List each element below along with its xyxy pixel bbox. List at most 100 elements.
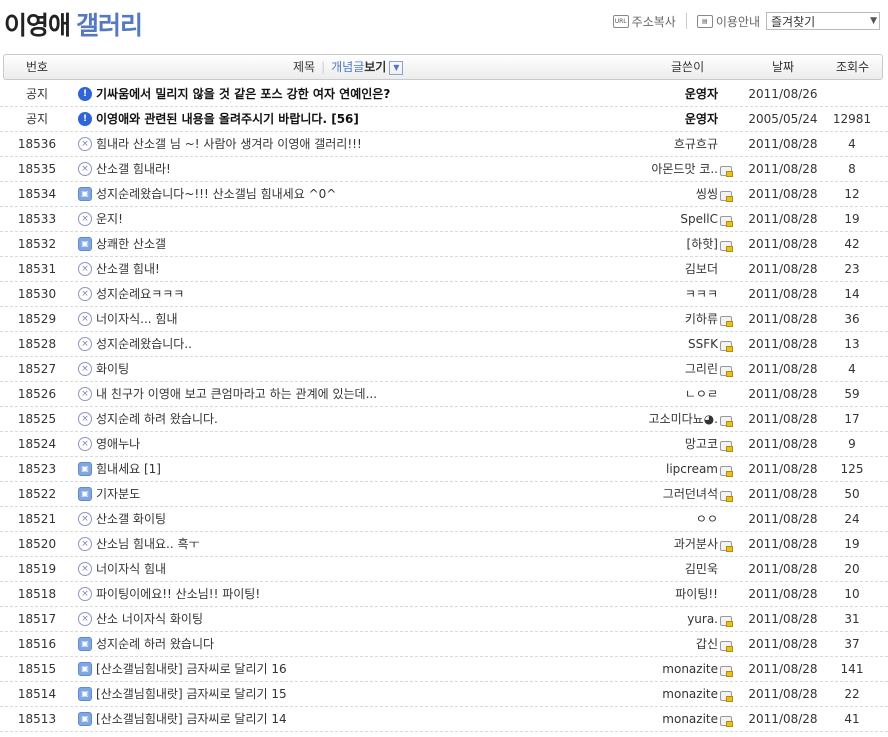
post-writer[interactable]: lipcream bbox=[590, 457, 718, 481]
post-writer[interactable]: 김보더 bbox=[590, 257, 718, 281]
post-writer[interactable]: 그러던녀석 bbox=[590, 482, 718, 506]
column-no: 번호 bbox=[26, 60, 49, 74]
post-title-link[interactable]: 산소님 힘내요.. 흑ㅜ bbox=[96, 532, 200, 556]
post-writer[interactable]: monazite bbox=[590, 657, 718, 681]
notice-row[interactable]: 공지! 이영애와 관련된 내용을 올려주시기 바랍니다. [56] 운영자 2005/… bbox=[0, 107, 888, 132]
post-row[interactable]: 18527 × 화이팅 그리린 2011/08/28 4 bbox=[0, 357, 888, 382]
post-writer[interactable]: 운영자 bbox=[590, 82, 718, 106]
post-number: 18525 bbox=[17, 412, 57, 426]
post-row[interactable]: 18531 × 산소갤 힘내! 김보더 2011/08/28 23 bbox=[0, 257, 888, 282]
post-row[interactable]: 18517 × 산소 너이자식 화이팅 yura. 2011/08/28 31 bbox=[0, 607, 888, 632]
post-row[interactable]: 18530 × 성지순례요ㅋㅋㅋ ㅋㅋㅋ 2011/08/28 14 bbox=[0, 282, 888, 307]
post-row[interactable]: 18516 ▣ 성지순례 하러 왔습니다 갑신 2011/08/28 37 bbox=[0, 632, 888, 657]
post-writer[interactable]: ㅋㅋㅋ bbox=[590, 282, 718, 306]
copy-address-link[interactable]: URL 주소복사 bbox=[612, 13, 676, 30]
post-writer[interactable]: [하핫] bbox=[590, 232, 718, 256]
post-title-link[interactable]: 성지순례 하려 왔습니다. bbox=[96, 407, 218, 431]
post-writer[interactable]: 갑신 bbox=[590, 632, 718, 656]
post-row[interactable]: 18533 × 운지! SpellC 2011/08/28 19 bbox=[0, 207, 888, 232]
post-row[interactable]: 18513 ▣ [산소갤님힘내랏] 금자씨로 달리기 14 monazite 2011/… bbox=[0, 707, 888, 732]
post-row[interactable]: 18521 × 산소갤 화이팅 ㅇㅇ 2011/08/28 24 bbox=[0, 507, 888, 532]
post-row[interactable]: 18523 ▣ 힘내세요 [1] lipcream 2011/08/28 125 bbox=[0, 457, 888, 482]
post-title-link[interactable]: 화이팅 bbox=[96, 357, 129, 381]
post-title-link[interactable]: 성지순례 하러 왔습니다 bbox=[96, 632, 214, 656]
post-title-link[interactable]: 힘내세요 [1] bbox=[96, 457, 161, 481]
post-title-link[interactable]: [산소갤님힘내랏] 금자씨로 달리기 14 bbox=[96, 707, 287, 731]
post-writer[interactable]: SSFK bbox=[590, 332, 718, 356]
post-title-link[interactable]: 파이팅이에요!! 산소님!! 파이팅! bbox=[96, 582, 260, 606]
post-views: 42 bbox=[844, 237, 860, 251]
post-writer[interactable]: SpellC bbox=[590, 207, 718, 231]
post-row[interactable]: 18534 ▣ 성지순례왔습니다~!!! 산소갤님 힘내세요 ^0^ 씽씽 2011/0… bbox=[0, 182, 888, 207]
gallery-title-name: 이영애 bbox=[4, 11, 71, 40]
post-title-link[interactable]: 힘내라 산소갤 님 ~! 사람아 생겨라 이영애 갤러리!!! bbox=[96, 132, 362, 156]
post-writer[interactable]: 아몬드맛 코.. bbox=[590, 157, 718, 181]
post-writer[interactable]: ㅇㅇ bbox=[590, 507, 718, 531]
gallery-title[interactable]: 이영애 갤러리 bbox=[4, 6, 143, 42]
post-row[interactable]: 18514 ▣ [산소갤님힘내랏] 금자씨로 달리기 15 monazite 2011/… bbox=[0, 682, 888, 707]
post-writer[interactable]: monazite bbox=[590, 707, 718, 731]
post-date: 2011/08/28 bbox=[748, 137, 818, 151]
post-row[interactable]: 18528 × 성지순례왔습니다.. SSFK 2011/08/28 13 bbox=[0, 332, 888, 357]
post-title-link[interactable]: 산소갤 힘내! bbox=[96, 257, 160, 281]
post-date: 2011/08/28 bbox=[748, 287, 818, 301]
post-title-link[interactable]: 기자분도 bbox=[96, 482, 140, 506]
post-row[interactable]: 18515 ▣ [산소갤님힘내랏] 금자씨로 달리기 16 monazite 2011/… bbox=[0, 657, 888, 682]
post-row[interactable]: 18529 × 너이자식... 힘내 키하류 2011/08/28 36 bbox=[0, 307, 888, 332]
post-date: 2011/08/28 bbox=[748, 587, 818, 601]
post-row[interactable]: 18536 × 힘내라 산소갤 님 ~! 사람아 생겨라 이영애 갤러리!!! 흐규흐… bbox=[0, 132, 888, 157]
post-writer[interactable]: ㄴㅇㄹ bbox=[590, 382, 718, 406]
post-title-link[interactable]: 성지순례왔습니다~!!! 산소갤님 힘내세요 ^0^ bbox=[96, 182, 336, 206]
post-views: 125 bbox=[840, 462, 864, 476]
image-post-icon: ▣ bbox=[78, 712, 92, 726]
post-title-link[interactable]: 상쾌한 산소갤 bbox=[96, 232, 166, 256]
image-post-icon: ▣ bbox=[78, 187, 92, 201]
post-row[interactable]: 18535 × 산소갤 힘내라! 아몬드맛 코.. 2011/08/28 8 bbox=[0, 157, 888, 182]
post-title-link[interactable]: [산소갤님힘내랏] 금자씨로 달리기 15 bbox=[96, 682, 287, 706]
post-row[interactable]: 18526 × 내 친구가 이영애 보고 큰엄마라고 하는 관계에 있는데... ㄴㅇ… bbox=[0, 382, 888, 407]
post-row[interactable]: 18520 × 산소님 힘내요.. 흑ㅜ 과거분사 2011/08/28 19 bbox=[0, 532, 888, 557]
post-writer[interactable]: 파이팅!! bbox=[590, 582, 718, 606]
post-title-link[interactable]: 성지순례요ㅋㅋㅋ bbox=[96, 282, 184, 306]
concept-dropdown-button[interactable]: ▼ bbox=[389, 60, 404, 75]
post-views: 10 bbox=[844, 587, 860, 601]
post-row[interactable]: 18525 × 성지순례 하려 왔습니다. 고소미다뇨◕. 2011/08/28 17 bbox=[0, 407, 888, 432]
post-title-link[interactable]: 기싸움에서 밀리지 않을 것 같은 포스 강한 여자 연예인은? bbox=[96, 82, 390, 106]
post-row[interactable]: 18524 × 영애누나 망고코 2011/08/28 9 bbox=[0, 432, 888, 457]
post-title-link[interactable]: 내 친구가 이영애 보고 큰엄마라고 하는 관계에 있는데... bbox=[96, 382, 377, 406]
favorites-select[interactable]: 즐겨찾기 ▼ bbox=[766, 12, 880, 30]
post-views: 4 bbox=[848, 137, 856, 151]
post-row[interactable]: 18519 × 너이자식 힘내 김민욱 2011/08/28 20 bbox=[0, 557, 888, 582]
post-date: 2011/08/28 bbox=[748, 562, 818, 576]
post-writer[interactable]: 고소미다뇨◕. bbox=[590, 407, 719, 431]
post-title-link[interactable]: 너이자식... 힘내 bbox=[96, 307, 178, 331]
post-number: 18516 bbox=[17, 637, 57, 651]
post-writer[interactable]: 그리린 bbox=[590, 357, 718, 381]
post-writer[interactable]: 흐규흐규 bbox=[590, 132, 718, 156]
post-writer[interactable]: monazite bbox=[590, 682, 718, 706]
post-title-link[interactable]: 산소 너이자식 화이팅 bbox=[96, 607, 203, 631]
post-number: 18517 bbox=[17, 612, 57, 626]
post-writer[interactable]: 씽씽 bbox=[590, 182, 718, 206]
post-writer[interactable]: yura. bbox=[590, 607, 718, 631]
notice-row[interactable]: 공지! 기싸움에서 밀리지 않을 것 같은 포스 강한 여자 연예인은? 운영자 20… bbox=[0, 82, 888, 107]
member-icon bbox=[720, 216, 733, 227]
post-title-link[interactable]: 이영애와 관련된 내용을 올려주시기 바랍니다. [56] bbox=[96, 107, 359, 131]
post-title-link[interactable]: 산소갤 힘내라! bbox=[96, 157, 171, 181]
post-row[interactable]: 18532 ▣ 상쾌한 산소갤 [하핫] 2011/08/28 42 bbox=[0, 232, 888, 257]
post-writer[interactable]: 운영자 bbox=[590, 107, 718, 131]
post-row[interactable]: 18518 × 파이팅이에요!! 산소님!! 파이팅! 파이팅!! 2011/08/28… bbox=[0, 582, 888, 607]
post-title-link[interactable]: 운지! bbox=[96, 207, 123, 231]
post-title-link[interactable]: 영애누나 bbox=[96, 432, 140, 456]
post-title-link[interactable]: [산소갤님힘내랏] 금자씨로 달리기 16 bbox=[96, 657, 287, 681]
post-row[interactable]: 18522 ▣ 기자분도 그러던녀석 2011/08/28 50 bbox=[0, 482, 888, 507]
post-writer[interactable]: 김민욱 bbox=[590, 557, 718, 581]
post-writer[interactable]: 과거분사 bbox=[590, 532, 718, 556]
post-title-link[interactable]: 성지순례왔습니다.. bbox=[96, 332, 192, 356]
concept-posts-link[interactable]: 개념글 bbox=[331, 60, 364, 74]
usage-guide-link[interactable]: ▤ 이용안내 bbox=[696, 13, 760, 30]
post-writer[interactable]: 망고코 bbox=[590, 432, 718, 456]
post-title-link[interactable]: 산소갤 화이팅 bbox=[96, 507, 166, 531]
post-title-link[interactable]: 너이자식 힘내 bbox=[96, 557, 166, 581]
post-writer[interactable]: 키하류 bbox=[590, 307, 718, 331]
